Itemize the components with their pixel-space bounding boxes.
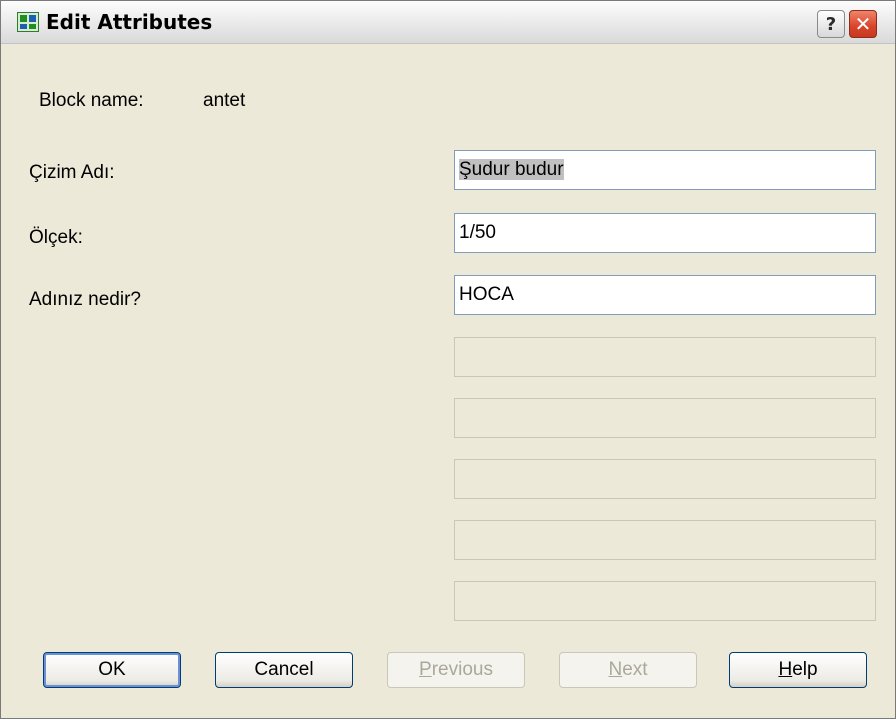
attribute-value-cizim-adi: Şudur budur [459, 159, 564, 180]
cancel-button-label: Cancel [254, 659, 314, 680]
cancel-button[interactable]: Cancel [215, 652, 353, 688]
attribute-value-olcek: 1/50 [459, 222, 496, 243]
empty-attribute-field [454, 398, 876, 438]
help-button-label: Help [778, 659, 818, 680]
attribute-label-olcek: Ölçek: [29, 227, 83, 248]
edit-attributes-dialog: Edit Attributes ? ✕ Block name: antet Çi… [0, 0, 896, 719]
attribute-label-adiniz-nedir: Adınız nedir? [29, 289, 141, 310]
block-name-value: antet [203, 90, 246, 111]
help-button[interactable]: Help [729, 652, 867, 688]
next-button: Next [559, 652, 697, 688]
empty-attribute-field [454, 459, 876, 499]
help-question-button[interactable]: ? [817, 10, 845, 38]
ok-button[interactable]: OK [43, 652, 181, 688]
attribute-field-adiniz-nedir[interactable]: HOCA [454, 275, 876, 315]
close-icon: ✕ [854, 12, 872, 36]
window-title: Edit Attributes [46, 10, 213, 34]
attribute-field-cizim-adi[interactable]: Şudur budur [454, 150, 876, 190]
block-name-label: Block name: [39, 90, 144, 111]
empty-attribute-field [454, 581, 876, 621]
question-icon: ? [825, 13, 837, 35]
attribute-field-olcek[interactable]: 1/50 [454, 213, 876, 253]
previous-button-label: Previous [419, 659, 493, 680]
empty-attribute-field [454, 337, 876, 377]
attribute-edit-icon [17, 12, 39, 32]
empty-attribute-field [454, 520, 876, 560]
attribute-label-cizim-adi: Çizim Adı: [29, 162, 115, 183]
close-button[interactable]: ✕ [849, 10, 877, 38]
attribute-value-adiniz-nedir: HOCA [459, 284, 514, 305]
ok-button-label: OK [98, 659, 126, 680]
previous-button: Previous [387, 652, 525, 688]
next-button-label: Next [608, 659, 648, 680]
title-bar[interactable]: Edit Attributes ? ✕ [1, 1, 895, 44]
